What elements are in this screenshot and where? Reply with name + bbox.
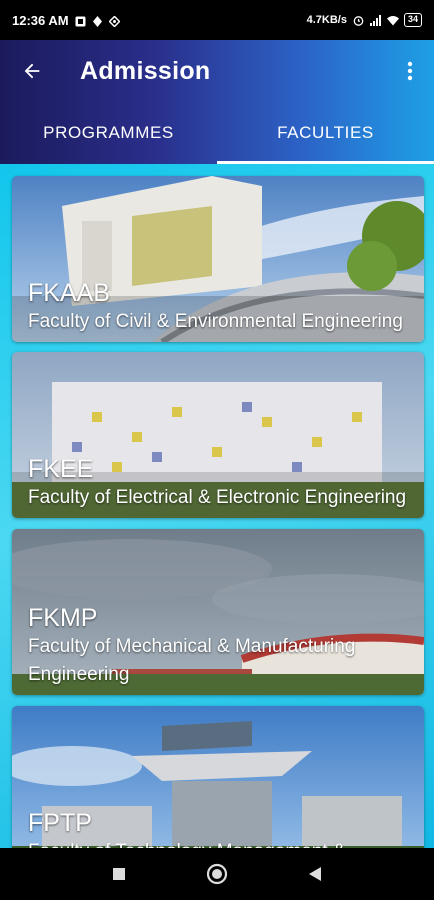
faculty-list[interactable]: FKAAB Faculty of Civil & Environmental E… [0,164,434,848]
faculty-abbr: FPTP [28,809,92,837]
faculty-card-fkee[interactable]: FKEE Faculty of Electrical & Electronic … [12,352,424,518]
faculty-card-fkaab[interactable]: FKAAB Faculty of Civil & Environmental E… [12,176,424,342]
faculty-abbr: FKEE [28,455,94,483]
arrow-back-icon [24,63,40,79]
signal-icon [369,14,381,26]
system-nav-bar [0,848,434,900]
page-title: Admission [80,56,211,85]
faculty-card-fptp[interactable]: FPTP Faculty of Technology Management & [12,706,424,848]
faculty-name: Faculty of Electrical & Electronic Engin… [28,487,407,508]
faculty-abbr: FKMP [28,604,98,632]
tab-bar: PROGRAMMES FACULTIES [0,102,434,164]
back-button[interactable] [0,40,64,102]
app-bar: Admission PROGRAMMES FACULTIES [0,40,434,164]
location-icon [92,15,103,27]
home-button[interactable] [197,854,237,894]
recents-square-icon [113,868,125,880]
back-triangle-icon [309,867,321,881]
clock: 12:36 AM [12,12,69,28]
tab-programmes[interactable]: PROGRAMMES [0,102,217,164]
battery-icon: 34 [403,13,422,27]
status-bar: 12:36 AM 4.7KB/s 34 [0,0,434,40]
network-speed: 4.7KB/s [306,14,347,26]
wifi-icon [386,15,399,26]
tab-faculties[interactable]: FACULTIES [217,102,434,164]
gallery-icon [75,15,86,26]
faculty-abbr: FKAAB [28,279,110,307]
faculty-name: Faculty of Civil & Environmental Enginee… [28,311,403,332]
home-circle-icon [206,863,228,885]
overflow-menu-button[interactable] [386,40,434,102]
recents-button[interactable] [99,854,139,894]
faculty-name: Faculty of Mechanical & Manufacturing En… [28,636,356,685]
faculty-name: Faculty of Technology Management & [28,838,416,848]
alarm-icon [353,15,364,26]
toolbar: Admission [0,40,434,102]
faculty-card-fkmp[interactable]: FKMP Faculty of Mechanical & Manufacturi… [12,529,424,695]
system-back-button[interactable] [295,854,335,894]
more-vert-icon [407,61,413,81]
app-icon [108,14,121,28]
